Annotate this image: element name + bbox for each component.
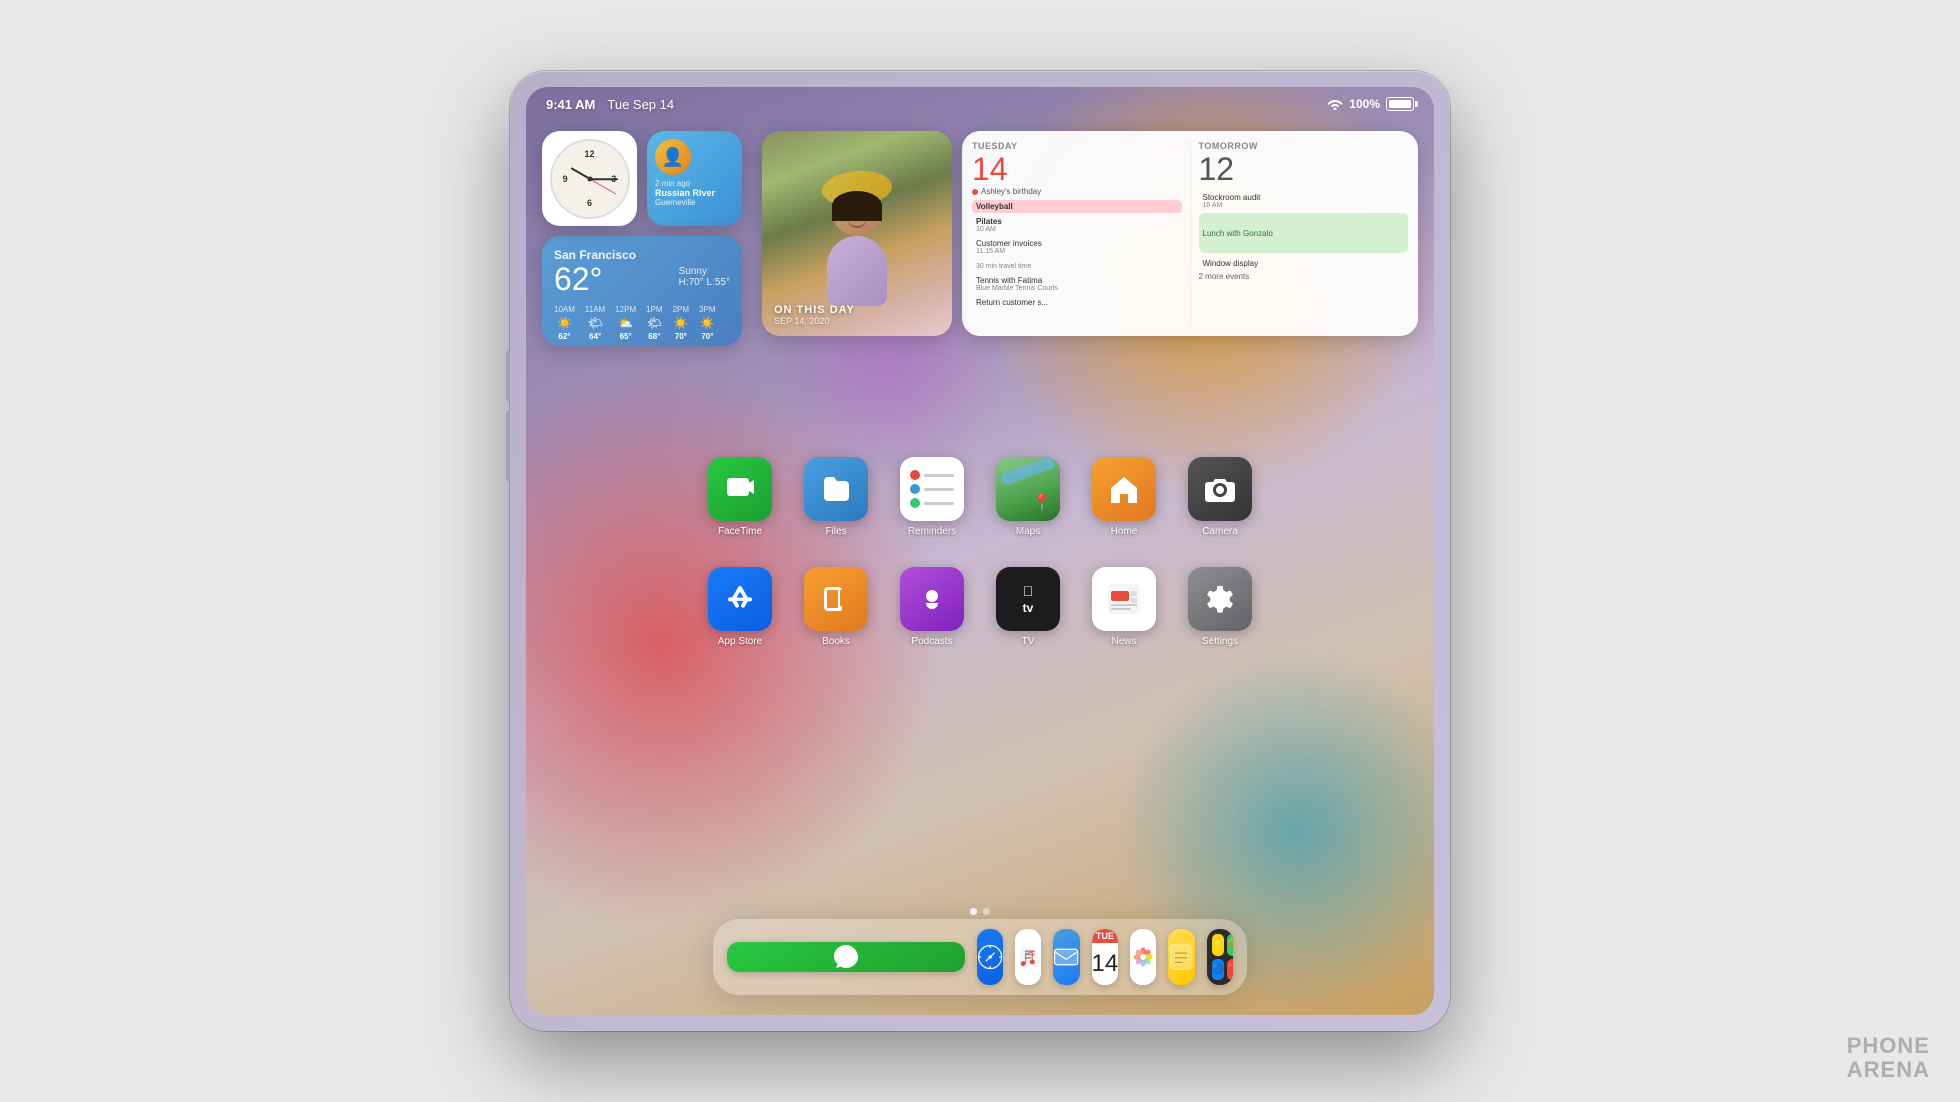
app-camera[interactable]: Camera — [1188, 457, 1252, 537]
app-files-label: Files — [825, 526, 846, 537]
dock: TUE 14 — [713, 919, 1247, 995]
cal-event: Pilates 10 AM — [972, 215, 1182, 235]
photo-label-date: SEP 14, 2020 — [774, 316, 855, 326]
app-maps[interactable]: 📍 Maps — [996, 457, 1060, 537]
app-appstore-label: App Store — [718, 636, 762, 647]
clock-widget[interactable]: 12 3 6 9 — [542, 131, 637, 226]
app-facetime-label: FaceTime — [718, 526, 762, 537]
app-camera-label: Camera — [1202, 526, 1238, 537]
dock-calendar[interactable]: TUE 14 — [1092, 929, 1118, 985]
app-home[interactable]: Home — [1092, 457, 1156, 537]
dock-safari[interactable] — [977, 929, 1003, 985]
status-bar: 9:41 AM Tue Sep 14 100% — [526, 87, 1434, 121]
watermark-line1: PHONE — [1847, 1034, 1930, 1058]
app-maps-label: Maps — [1016, 526, 1040, 537]
dock-photos[interactable] — [1130, 929, 1156, 985]
cal-event: Return customer s... — [972, 296, 1182, 309]
weather-condition: Sunny — [679, 266, 730, 277]
status-date: Tue Sep 14 — [607, 97, 674, 112]
app-row-2: App Store Books Podcast — [526, 567, 1434, 647]
cal-birthday: Ashley's birthday — [972, 187, 1182, 196]
widget-avatar: 👤 — [655, 139, 691, 175]
cal-today: TUESDAY 14 Ashley's birthday Volleyball — [972, 141, 1191, 326]
cal-more-events: 2 more events — [1199, 272, 1409, 281]
weather-hourly: 10AM☀️62° 11AM🌤64° 12PM⛅65° 1PM🌤68° 2PM☀… — [554, 305, 730, 341]
photo-label-main: ON THIS DAY — [774, 304, 855, 316]
dock-calendar-header: TUE — [1092, 929, 1118, 943]
app-reminders-label: Reminders — [908, 526, 956, 537]
dock-calendar-day: 14 — [1092, 943, 1118, 985]
cal-today-label: TUESDAY — [972, 141, 1182, 151]
dock-extras[interactable]: ⭐ 🟢 🔵 🔴 — [1207, 929, 1233, 985]
app-news[interactable]: News — [1092, 567, 1156, 647]
watermark: PHONE ARENA — [1847, 1034, 1930, 1082]
weather-city: San Francisco — [554, 248, 730, 262]
app-books-label: Books — [822, 636, 850, 647]
wifi-icon — [1327, 98, 1343, 110]
app-home-label: Home — [1111, 526, 1138, 537]
dock-mail[interactable] — [1053, 929, 1079, 985]
dock-notes[interactable] — [1168, 929, 1194, 985]
widgets-area: 12 3 6 9 👤 2 min ago — [542, 131, 1418, 346]
cal-today-num: 14 — [972, 153, 1182, 185]
weather-temp: 62° — [554, 262, 602, 297]
page-dots — [970, 908, 990, 915]
weather-widget[interactable]: San Francisco 62° Sunny H:70° L:55° 10AM… — [542, 236, 742, 346]
app-podcasts[interactable]: Podcasts — [900, 567, 964, 647]
widget-sublocation: Guerneville — [655, 198, 695, 207]
cal-event: Stockroom audit 10 AM — [1199, 191, 1409, 211]
calendar-widget[interactable]: TUESDAY 14 Ashley's birthday Volleyball — [962, 131, 1418, 336]
battery-percent: 100% — [1349, 97, 1380, 111]
status-time: 9:41 AM — [546, 97, 595, 112]
weather-hilo: H:70° L:55° — [679, 277, 730, 288]
app-facetime[interactable]: FaceTime — [708, 457, 772, 537]
app-settings-label: Settings — [1202, 636, 1238, 647]
photo-label: ON THIS DAY SEP 14, 2020 — [774, 304, 855, 326]
widget-time: 2 min ago — [655, 179, 690, 188]
cal-tomorrow-label: TOMORROW — [1199, 141, 1409, 151]
cal-tomorrow: TOMORROW 12 Stockroom audit 10 AM Lunch … — [1199, 141, 1409, 326]
cal-event: Customer invoices 11:15 AM — [972, 237, 1182, 257]
cal-event: Volleyball — [972, 200, 1182, 213]
app-settings[interactable]: Settings — [1188, 567, 1252, 647]
ipad-screen: 9:41 AM Tue Sep 14 100% — [526, 87, 1434, 1015]
page-dot-1[interactable] — [970, 908, 977, 915]
calendar-widget-container: TUESDAY 14 Ashley's birthday Volleyball — [962, 131, 1418, 346]
cal-event: 30 min travel time — [972, 259, 1182, 272]
photo-widget[interactable]: ON THIS DAY SEP 14, 2020 — [762, 131, 952, 336]
app-row-1: FaceTime Files — [526, 457, 1434, 537]
page-dot-2[interactable] — [983, 908, 990, 915]
app-reminders[interactable]: Reminders — [900, 457, 964, 537]
app-podcasts-label: Podcasts — [911, 636, 952, 647]
app-books[interactable]: Books — [804, 567, 868, 647]
app-tv[interactable]:  tv TV — [996, 567, 1060, 647]
app-files[interactable]: Files — [804, 457, 868, 537]
ipad-device: 9:41 AM Tue Sep 14 100% — [510, 71, 1450, 1031]
widget-location: Russian River — [655, 188, 715, 198]
cal-event-block: Lunch with Gonzalo — [1199, 213, 1409, 253]
app-tv-label: TV — [1022, 636, 1035, 647]
messages-widget[interactable]: 👤 2 min ago Russian River Guerneville — [647, 131, 742, 226]
cal-event: Tennis with Fatima Blue Marble Tennis Co… — [972, 274, 1182, 294]
dock-messages[interactable] — [727, 942, 965, 972]
app-news-label: News — [1111, 636, 1136, 647]
battery-icon — [1386, 97, 1414, 111]
dock-music[interactable] — [1015, 929, 1041, 985]
watermark-line2: ARENA — [1847, 1058, 1930, 1082]
cal-event: Window display — [1199, 257, 1409, 270]
app-appstore[interactable]: App Store — [708, 567, 772, 647]
